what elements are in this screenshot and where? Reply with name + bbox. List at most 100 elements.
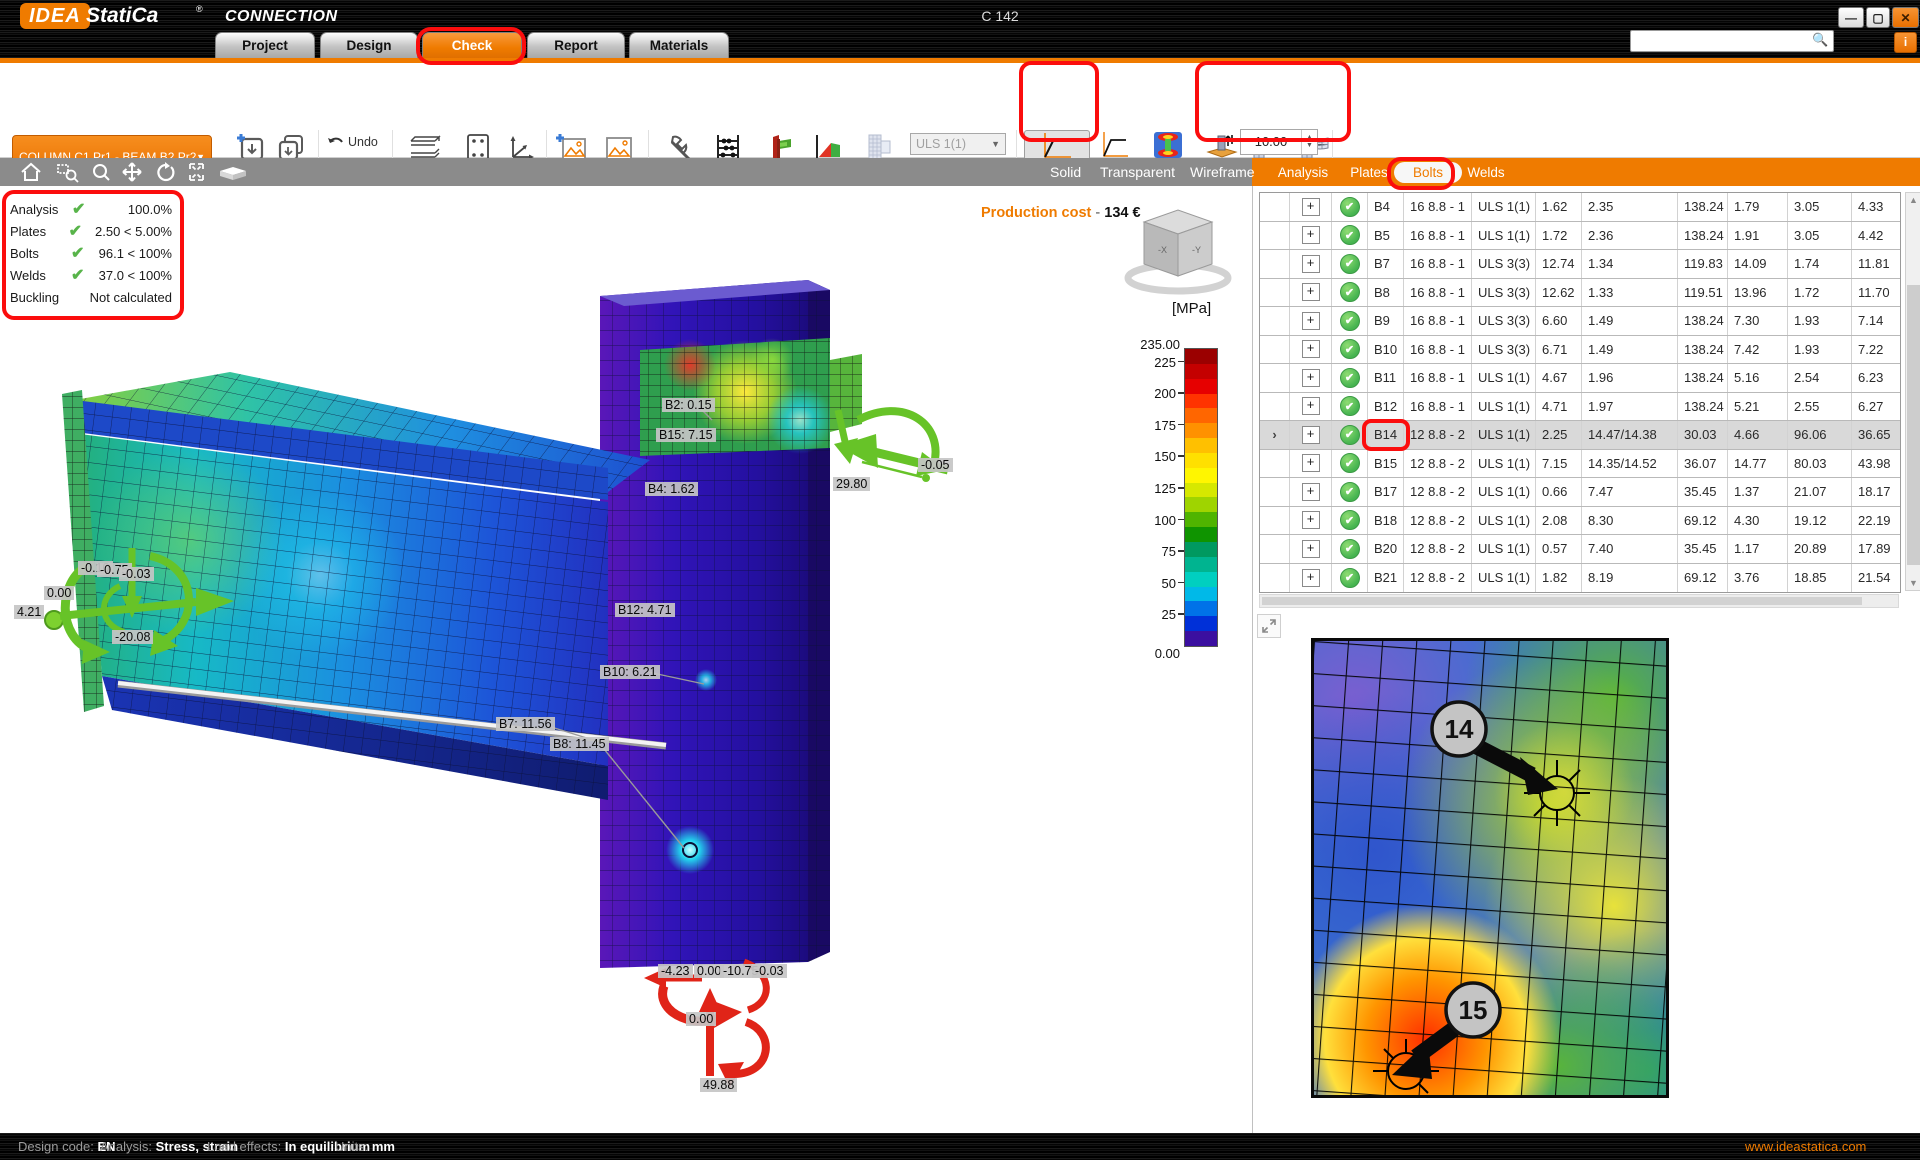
table-row-b20[interactable]: +✔B2012 8.8 - 2ULS 1(1)0.577.4035.451.17… bbox=[1260, 535, 1900, 564]
view-mode-solid[interactable]: Solid bbox=[1050, 164, 1081, 180]
plus-icon[interactable]: + bbox=[1302, 226, 1320, 244]
beam-member[interactable] bbox=[62, 372, 666, 800]
value-bearing: 35.45 bbox=[1678, 535, 1728, 563]
row-chevron bbox=[1260, 279, 1290, 307]
expand-panel-icon[interactable] bbox=[1257, 614, 1281, 638]
expand-row-button[interactable]: + bbox=[1290, 450, 1332, 478]
status-check-icon: ✔ bbox=[1332, 336, 1368, 364]
plus-icon[interactable]: + bbox=[1302, 511, 1320, 529]
expand-row-button[interactable]: + bbox=[1290, 279, 1332, 307]
table-row-b7[interactable]: +✔B716 8.8 - 1ULS 3(3)12.741.34119.8314.… bbox=[1260, 250, 1900, 279]
ribbon-tab-materials[interactable]: Materials bbox=[629, 32, 729, 58]
load-value-label: 4.21 bbox=[14, 605, 44, 619]
solid-view-icon[interactable] bbox=[220, 167, 246, 180]
scroll-down-icon[interactable]: ▼ bbox=[1906, 578, 1920, 588]
search-input[interactable] bbox=[1630, 30, 1834, 52]
spinner-down-icon[interactable]: ▼ bbox=[1306, 142, 1313, 150]
ribbon-tab-design[interactable]: Design bbox=[320, 32, 418, 58]
value-ft: 1.72 bbox=[1536, 222, 1582, 250]
expand-row-button[interactable]: + bbox=[1290, 564, 1332, 593]
expand-row-button[interactable]: + bbox=[1290, 193, 1332, 221]
deformed-scale-spinner[interactable]: 10.00 ▲▼ bbox=[1240, 129, 1318, 155]
table-row-b9[interactable]: +✔B916 8.8 - 1ULS 3(3)6.601.49138.247.30… bbox=[1260, 307, 1900, 336]
fit-view-icon[interactable] bbox=[190, 164, 203, 180]
expand-row-button[interactable]: + bbox=[1290, 421, 1332, 449]
plus-icon[interactable]: + bbox=[1302, 369, 1320, 387]
ribbon-tab-project[interactable]: Project bbox=[215, 32, 315, 58]
value-bearing: 69.12 bbox=[1678, 564, 1728, 593]
plus-icon[interactable]: + bbox=[1302, 340, 1320, 358]
expand-row-button[interactable]: + bbox=[1290, 478, 1332, 506]
results-tab-analysis[interactable]: Analysis bbox=[1262, 162, 1344, 183]
scrollbar-thumb[interactable] bbox=[1907, 285, 1920, 565]
ribbon-tab-report[interactable]: Report bbox=[527, 32, 625, 58]
status-check-icon: ✔ bbox=[1332, 193, 1368, 221]
spinner-up-icon[interactable]: ▲ bbox=[1306, 134, 1313, 142]
expand-row-button[interactable]: + bbox=[1290, 507, 1332, 535]
scale-tick-label: 200 bbox=[1136, 386, 1176, 401]
plus-icon[interactable]: + bbox=[1302, 540, 1320, 558]
plus-icon[interactable]: + bbox=[1302, 397, 1320, 415]
view-mode-transparent[interactable]: Transparent bbox=[1100, 164, 1175, 180]
scale-segment bbox=[1185, 483, 1217, 498]
expand-row-button[interactable]: + bbox=[1290, 364, 1332, 392]
expand-row-button[interactable]: + bbox=[1290, 336, 1332, 364]
table-horizontal-scrollbar[interactable] bbox=[1259, 594, 1899, 608]
table-row-b8[interactable]: +✔B816 8.8 - 1ULS 3(3)12.621.33119.5113.… bbox=[1260, 279, 1900, 308]
pan-icon[interactable] bbox=[123, 163, 141, 181]
table-row-b5[interactable]: +✔B516 8.8 - 1ULS 1(1)1.722.36138.241.91… bbox=[1260, 222, 1900, 251]
plus-icon[interactable]: + bbox=[1302, 454, 1320, 472]
value-ut-s: 96.06 bbox=[1788, 421, 1852, 449]
expand-row-button[interactable]: + bbox=[1290, 307, 1332, 335]
results-tab-plates[interactable]: Plates bbox=[1336, 162, 1402, 183]
viewport-3d[interactable]: -X -Y Analysis✔100.0%Plates✔2.50 < 5.00%… bbox=[0, 186, 1252, 1133]
load-case-combo[interactable]: ULS 1(1)▼ bbox=[910, 133, 1006, 155]
undo-button[interactable]: Undo bbox=[327, 135, 378, 149]
load-case: ULS 1(1) bbox=[1472, 222, 1536, 250]
table-vertical-scrollbar[interactable]: ▲ ▼ bbox=[1905, 192, 1920, 591]
plus-icon[interactable]: + bbox=[1302, 483, 1320, 501]
close-button[interactable]: ✕ bbox=[1892, 7, 1919, 28]
scale-segment bbox=[1185, 408, 1217, 423]
view-cube[interactable]: -X -Y bbox=[1128, 210, 1228, 291]
website-link[interactable]: www.ideastatica.com bbox=[1745, 1139, 1866, 1154]
table-row-b15[interactable]: +✔B1512 8.8 - 2ULS 1(1)7.1514.35/14.5236… bbox=[1260, 450, 1900, 479]
value-v: 1.49 bbox=[1582, 307, 1678, 335]
ribbon-tab-check[interactable]: Check bbox=[422, 32, 522, 58]
table-row-b11[interactable]: +✔B1116 8.8 - 1ULS 1(1)4.671.96138.245.1… bbox=[1260, 364, 1900, 393]
minimize-button[interactable]: — bbox=[1838, 7, 1864, 28]
table-row-b18[interactable]: +✔B1812 8.8 - 2ULS 1(1)2.088.3069.124.30… bbox=[1260, 507, 1900, 536]
plus-icon[interactable]: + bbox=[1302, 569, 1320, 587]
table-row-b14[interactable]: ›+✔B1412 8.8 - 2ULS 1(1)2.2514.47/14.383… bbox=[1260, 421, 1900, 450]
row-chevron bbox=[1260, 336, 1290, 364]
value-ut-ts: 36.65 bbox=[1852, 421, 1900, 449]
table-row-b12[interactable]: +✔B1216 8.8 - 1ULS 1(1)4.711.97138.245.2… bbox=[1260, 393, 1900, 422]
scroll-up-icon[interactable]: ▲ bbox=[1906, 195, 1920, 205]
rotate-icon[interactable] bbox=[158, 162, 173, 180]
table-row-b21[interactable]: +✔B2112 8.8 - 2ULS 1(1)1.828.1969.123.76… bbox=[1260, 564, 1900, 593]
scale-segment bbox=[1185, 349, 1217, 364]
bolt-detail-view[interactable]: 14 15 bbox=[1311, 638, 1669, 1098]
expand-row-button[interactable]: + bbox=[1290, 250, 1332, 278]
table-row-b10[interactable]: +✔B1016 8.8 - 1ULS 3(3)6.711.49138.247.4… bbox=[1260, 336, 1900, 365]
bolt-size: 16 8.8 - 1 bbox=[1404, 279, 1472, 307]
view-mode-wireframe[interactable]: Wireframe bbox=[1190, 164, 1255, 180]
plus-icon[interactable]: + bbox=[1302, 255, 1320, 273]
plus-icon[interactable]: + bbox=[1302, 198, 1320, 216]
expand-row-button[interactable]: + bbox=[1290, 222, 1332, 250]
zoom-window-icon[interactable] bbox=[58, 165, 78, 182]
plus-icon[interactable]: + bbox=[1302, 312, 1320, 330]
results-tab-welds[interactable]: Welds bbox=[1452, 162, 1520, 183]
row-chevron bbox=[1260, 507, 1290, 535]
expand-row-button[interactable]: + bbox=[1290, 535, 1332, 563]
plus-icon[interactable]: + bbox=[1302, 426, 1320, 444]
zoom-icon[interactable] bbox=[94, 165, 109, 180]
maximize-button[interactable]: ▢ bbox=[1866, 7, 1890, 28]
table-row-b17[interactable]: +✔B1712 8.8 - 2ULS 1(1)0.667.4735.451.37… bbox=[1260, 478, 1900, 507]
scale-tick-label: 50 bbox=[1136, 576, 1176, 591]
home-view-icon[interactable] bbox=[22, 164, 40, 180]
plus-icon[interactable]: + bbox=[1302, 283, 1320, 301]
expand-row-button[interactable]: + bbox=[1290, 393, 1332, 421]
table-row-b4[interactable]: +✔B416 8.8 - 1ULS 1(1)1.622.35138.241.79… bbox=[1260, 193, 1900, 222]
info-button[interactable]: i bbox=[1894, 32, 1917, 53]
